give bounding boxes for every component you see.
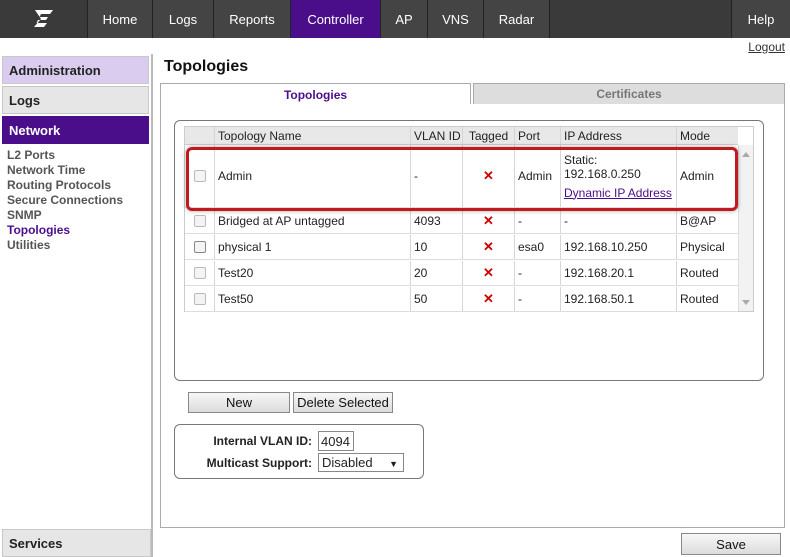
nav-ap[interactable]: AP xyxy=(381,0,428,38)
scroll-up-icon[interactable] xyxy=(742,152,750,157)
sidebar-section-logs[interactable]: Logs xyxy=(2,86,149,114)
scroll-down-icon[interactable] xyxy=(742,300,750,305)
brand-logo[interactable] xyxy=(0,0,88,38)
sidebar-section-administration[interactable]: Administration xyxy=(2,56,149,84)
save-button[interactable]: Save xyxy=(681,533,781,555)
sidebar-item-topologies[interactable]: Topologies xyxy=(7,223,151,238)
cell-tagged: ✕ xyxy=(463,287,515,311)
x-mark-icon: ✕ xyxy=(483,239,494,254)
table-header-row: Topology Name VLAN ID Tagged Port IP Add… xyxy=(185,127,738,145)
cell-mode: Routed xyxy=(680,292,719,306)
sidebar-item-network-time[interactable]: Network Time xyxy=(7,163,151,178)
cell-tagged: ✕ xyxy=(463,209,515,233)
cell-ip-address: - xyxy=(561,209,677,233)
x-mark-icon: ✕ xyxy=(483,291,494,306)
nav-reports[interactable]: Reports xyxy=(214,0,291,38)
sidebar-section-network[interactable]: Network xyxy=(2,116,149,144)
sidebar-item-utilities[interactable]: Utilities xyxy=(7,238,151,253)
sidebar-item-l2-ports[interactable]: L2 Ports xyxy=(7,148,151,163)
row-checkbox[interactable] xyxy=(185,287,215,311)
sidebar: Administration Logs Network L2 Ports Net… xyxy=(0,54,153,557)
tab-topologies[interactable]: Topologies xyxy=(160,83,471,105)
logout-link[interactable]: Logout xyxy=(748,40,785,54)
nav-help[interactable]: Help xyxy=(732,0,790,38)
checkbox-icon xyxy=(193,241,206,253)
top-nav-bar: Home Logs Reports Controller AP VNS Rada… xyxy=(0,0,790,38)
nav-radar[interactable]: Radar xyxy=(484,0,550,38)
table-row[interactable]: Test50 50 ✕ - 192.168.50.1 Routed xyxy=(185,287,738,312)
internal-vlan-input[interactable]: 4094 xyxy=(318,431,354,451)
cell-vlan-id: 20 xyxy=(411,261,463,285)
new-button[interactable]: New xyxy=(188,392,290,413)
header-topology-name[interactable]: Topology Name xyxy=(215,127,411,144)
cell-topology-name: Bridged at AP untagged xyxy=(215,209,411,233)
page-title: Topologies xyxy=(164,58,249,75)
cell-ip-address: 192.168.10.250 xyxy=(561,235,677,259)
cell-ip-address: 192.168.20.1 xyxy=(561,261,677,285)
header-ip-address[interactable]: IP Address xyxy=(561,127,677,144)
cell-port: esa0 xyxy=(515,235,561,259)
header-vlan-id[interactable]: VLAN ID xyxy=(411,127,463,144)
header-mode[interactable]: Mode xyxy=(677,127,738,144)
tab-bar: Topologies Certificates xyxy=(160,83,785,105)
table-scrollbar[interactable] xyxy=(738,145,753,311)
x-mark-icon: ✕ xyxy=(483,213,494,228)
checkbox-icon xyxy=(193,215,206,227)
sidebar-item-secure-connections[interactable]: Secure Connections xyxy=(7,193,151,208)
row-checkbox[interactable] xyxy=(185,209,215,233)
cell-vlan-id: 10 xyxy=(411,235,463,259)
row-highlight-annotation xyxy=(186,147,738,211)
table-row[interactable]: physical 1 10 ✕ esa0 192.168.10.250 Phys… xyxy=(185,235,738,260)
checkbox-icon xyxy=(193,293,206,305)
cell-tagged: ✕ xyxy=(463,235,515,259)
cell-mode: Routed xyxy=(680,266,719,280)
cell-topology-name: Test50 xyxy=(215,287,411,311)
multicast-selected-value: Disabled xyxy=(322,455,373,470)
row-checkbox[interactable] xyxy=(185,261,215,285)
chevron-down-icon: ▼ xyxy=(389,459,398,469)
cell-ip-address: 192.168.50.1 xyxy=(561,287,677,311)
nav-controller[interactable]: Controller xyxy=(291,0,381,38)
internal-vlan-label: Internal VLAN ID: xyxy=(213,434,312,448)
tab-certificates[interactable]: Certificates xyxy=(473,83,785,105)
cell-port: - xyxy=(515,287,561,311)
cell-topology-name: Test20 xyxy=(215,261,411,285)
sidebar-item-snmp[interactable]: SNMP xyxy=(7,208,151,223)
header-select xyxy=(185,127,215,144)
nav-vns[interactable]: VNS xyxy=(428,0,484,38)
cell-tagged: ✕ xyxy=(463,261,515,285)
nav-spacer xyxy=(550,0,732,38)
row-checkbox[interactable] xyxy=(185,235,215,259)
cell-vlan-id: 50 xyxy=(411,287,463,311)
header-tagged[interactable]: Tagged xyxy=(463,127,515,144)
checkbox-icon xyxy=(193,267,206,279)
cell-vlan-id: 4093 xyxy=(411,209,463,233)
delete-selected-button[interactable]: Delete Selected xyxy=(293,392,393,413)
x-mark-icon: ✕ xyxy=(483,265,494,280)
header-port[interactable]: Port xyxy=(515,127,561,144)
cell-topology-name: physical 1 xyxy=(215,235,411,259)
cell-port: - xyxy=(515,209,561,233)
nav-logs[interactable]: Logs xyxy=(153,0,214,38)
multicast-support-select[interactable]: Disabled ▼ xyxy=(318,453,404,472)
extreme-logo-icon xyxy=(33,10,53,27)
nav-home[interactable]: Home xyxy=(88,0,153,38)
table-row[interactable]: Test20 20 ✕ - 192.168.20.1 Routed xyxy=(185,261,738,286)
cell-port: - xyxy=(515,261,561,285)
sidebar-network-links: L2 Ports Network Time Routing Protocols … xyxy=(0,144,151,253)
cell-mode: B@AP xyxy=(680,214,717,228)
table-row[interactable]: Bridged at AP untagged 4093 ✕ - - B@AP xyxy=(185,209,738,234)
sidebar-section-services[interactable]: Services xyxy=(2,529,151,557)
sidebar-item-routing-protocols[interactable]: Routing Protocols xyxy=(7,178,151,193)
cell-mode: Physical xyxy=(680,240,725,254)
multicast-support-label: Multicast Support: xyxy=(206,456,312,470)
